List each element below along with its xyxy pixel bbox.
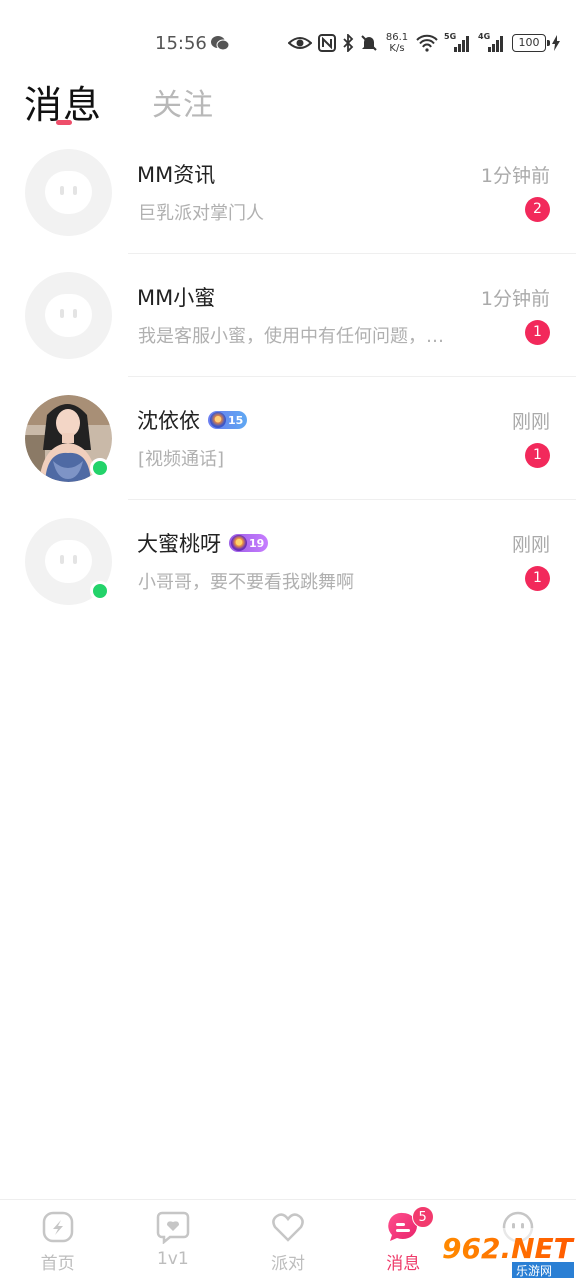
level-badge: 19 [229, 534, 269, 552]
message-time: 刚刚 [511, 411, 550, 433]
mute-bell-icon [361, 35, 377, 51]
status-bar: 15:56 86.1 K/s 5G 4G 100 [0, 0, 576, 76]
level-emblem-icon [231, 535, 247, 551]
message-time: 刚刚 [511, 534, 550, 556]
contact-name: MM小蜜 [137, 286, 216, 310]
online-status-dot [90, 458, 110, 478]
nav-1v1[interactable]: 1v1 [115, 1200, 230, 1280]
nav-1v1-label: 1v1 [156, 1249, 189, 1269]
nav-party-label: 派对 [271, 1254, 305, 1274]
conversation-item[interactable]: 沈依依 15 刚刚 [视频通话] 1 [0, 377, 576, 500]
conversation-item[interactable]: 大蜜桃呀 19 刚刚 小哥哥，要不要看我跳舞啊 1 [0, 500, 576, 623]
avatar[interactable] [25, 518, 112, 605]
message-preview: 我是客服小蜜，使用中有任何问题，请联系我 [138, 326, 456, 347]
nav-messages-label: 消息 [386, 1254, 421, 1274]
message-preview: 巨乳派对掌门人 [138, 203, 264, 224]
message-preview: [视频通话] [138, 449, 225, 470]
network-speed: 86.1 K/s [385, 32, 409, 54]
unread-count-badge: 1 [525, 566, 550, 591]
unread-count-badge: 1 [525, 443, 550, 468]
nav-home[interactable]: 首页 [0, 1200, 115, 1280]
status-icons: 86.1 K/s 5G 4G 100 [288, 30, 560, 56]
eye-icon [288, 37, 312, 49]
level-emblem-icon [210, 412, 226, 428]
avatar[interactable] [25, 272, 112, 359]
battery-icon: 100 [512, 34, 550, 52]
heart-icon [272, 1213, 304, 1242]
nav-party[interactable]: 派对 [230, 1200, 345, 1280]
signal-4g-icon: 4G [478, 32, 506, 52]
site-watermark-logo: 962.NET 乐游网 [436, 1228, 576, 1280]
signal-5g-icon: 5G [444, 32, 472, 52]
nav-home-label: 首页 [40, 1254, 75, 1274]
contact-name: 大蜜桃呀 [137, 532, 221, 556]
default-avatar-icon [45, 294, 92, 337]
charging-icon [552, 35, 560, 51]
bluetooth-icon [343, 34, 354, 52]
avatar[interactable] [25, 395, 112, 482]
contact-name: MM资讯 [137, 163, 216, 187]
contact-name: 沈依依 [137, 409, 200, 433]
wifi-icon [416, 34, 438, 52]
conversation-list: MM资讯 1分钟前 巨乳派对掌门人 2 MM小蜜 1分钟前 我是客服小蜜，使用中… [0, 131, 576, 623]
unread-count-badge: 1 [525, 320, 550, 345]
conversation-item[interactable]: MM资讯 1分钟前 巨乳派对掌门人 2 [0, 131, 576, 254]
svg-text:962.NET: 962.NET [442, 1232, 575, 1265]
avatar[interactable] [25, 149, 112, 236]
tab-indicator [56, 120, 72, 125]
default-avatar-icon [45, 171, 92, 214]
home-icon [42, 1211, 73, 1243]
unread-count-badge: 2 [525, 197, 550, 222]
status-time: 15:56 [155, 33, 207, 54]
message-time: 1分钟前 [480, 288, 550, 310]
message-preview: 小哥哥，要不要看我跳舞啊 [138, 572, 354, 593]
svg-text:乐游网: 乐游网 [516, 1264, 552, 1278]
wechat-icon [211, 36, 230, 51]
online-status-dot [90, 581, 110, 601]
header-tabs: 消息 关注 [0, 70, 576, 130]
default-avatar-icon [45, 540, 92, 583]
nfc-icon [318, 34, 336, 52]
level-badge: 15 [208, 411, 248, 429]
messages-badge: 5 [411, 1206, 434, 1228]
message-time: 1分钟前 [480, 165, 550, 187]
chat-heart-icon [156, 1211, 190, 1244]
conversation-item[interactable]: MM小蜜 1分钟前 我是客服小蜜，使用中有任何问题，请联系我 1 [0, 254, 576, 377]
tab-follow[interactable]: 关注 [152, 80, 214, 124]
